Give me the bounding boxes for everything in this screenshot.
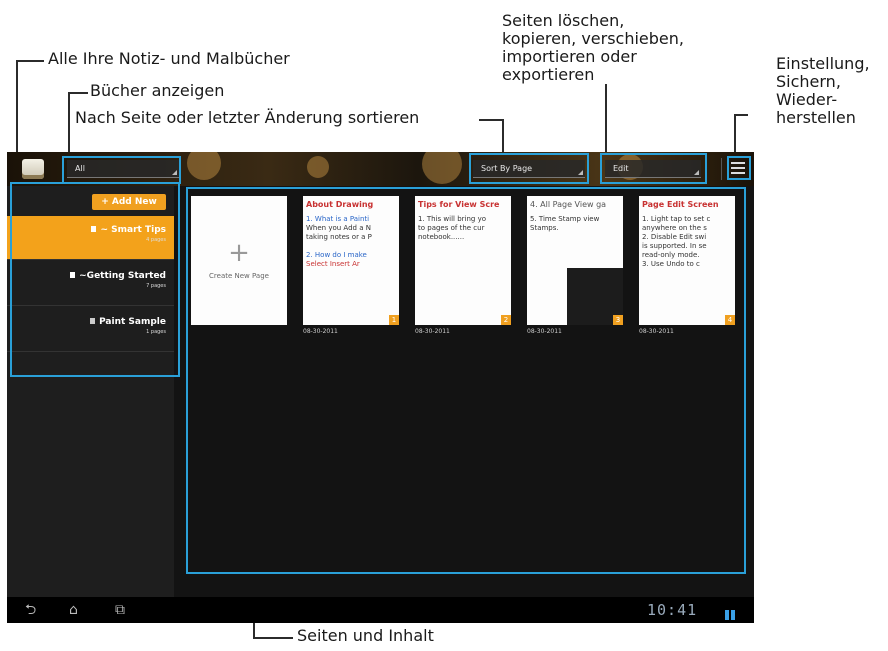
leader-edit-v (605, 84, 607, 156)
leader-settings-h (734, 114, 748, 116)
highlight-sort (469, 153, 589, 184)
highlight-filter (62, 156, 181, 184)
notebook-app-icon[interactable] (22, 159, 44, 179)
home-icon[interactable]: ⌂ (69, 602, 78, 618)
leader-sort-h (479, 119, 503, 121)
callout-sort: Nach Seite oder letzter Änderung sortier… (75, 108, 420, 127)
back-icon[interactable]: ⮌ (25, 602, 36, 618)
callout-all-books: Alle Ihre Notiz- und Malbücher (48, 49, 290, 68)
bokeh-light (307, 156, 329, 178)
leader-show-books-h (68, 92, 88, 94)
highlight-sidebar (10, 182, 180, 377)
bokeh-light (422, 152, 462, 184)
highlight-pages (186, 187, 746, 574)
toolbar-divider (721, 158, 722, 180)
leader-show-books-v (68, 92, 70, 156)
bokeh-light (187, 152, 221, 180)
callout-pages: Seiten und Inhalt (297, 626, 434, 645)
callout-settings: Einstellung, Sichern, Wieder- herstellen (776, 54, 870, 127)
highlight-edit (600, 153, 707, 184)
highlight-settings (727, 156, 751, 180)
leader-sort-v (502, 119, 504, 155)
system-nav-bar: ⮌ ⌂ ⧉ 10:41 (7, 597, 754, 623)
recent-apps-icon[interactable]: ⧉ (115, 602, 125, 618)
callout-edit: Seiten löschen, kopieren, verschieben, i… (502, 11, 684, 84)
clock: 10:41 (647, 601, 698, 619)
leader-pages-h (253, 637, 293, 639)
leader-all-books-h (16, 60, 44, 62)
signal-icon (725, 605, 737, 620)
callout-show-books: Bücher anzeigen (90, 81, 225, 100)
